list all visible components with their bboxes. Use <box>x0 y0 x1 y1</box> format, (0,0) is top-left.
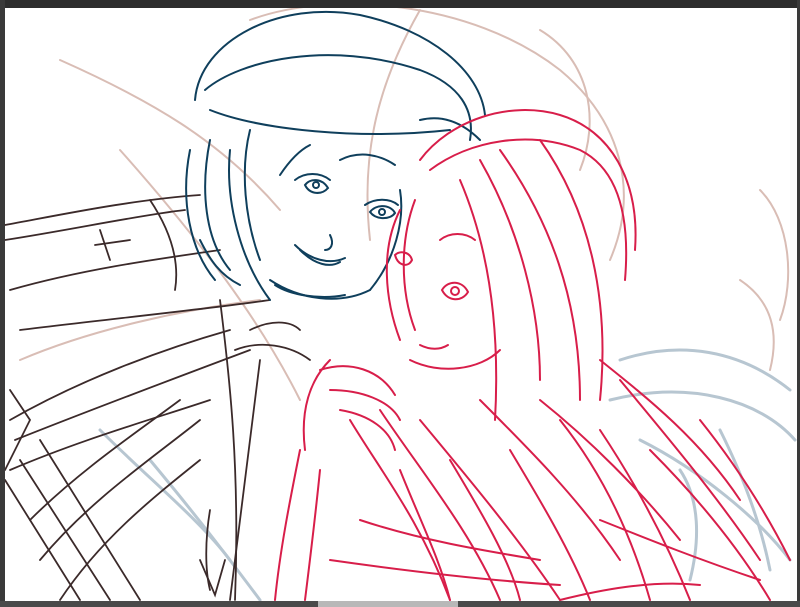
horizontal-scrollbar-thumb[interactable] <box>318 601 458 607</box>
sketch-artwork <box>4 3 797 602</box>
drawing-canvas[interactable] <box>0 0 800 607</box>
canvas-top-edge <box>0 0 800 8</box>
woman-layer <box>274 109 791 601</box>
background-blue-layer <box>98 348 797 602</box>
canvas-left-edge <box>0 0 5 607</box>
man-head-layer <box>185 10 486 301</box>
man-body-layer <box>4 194 311 601</box>
